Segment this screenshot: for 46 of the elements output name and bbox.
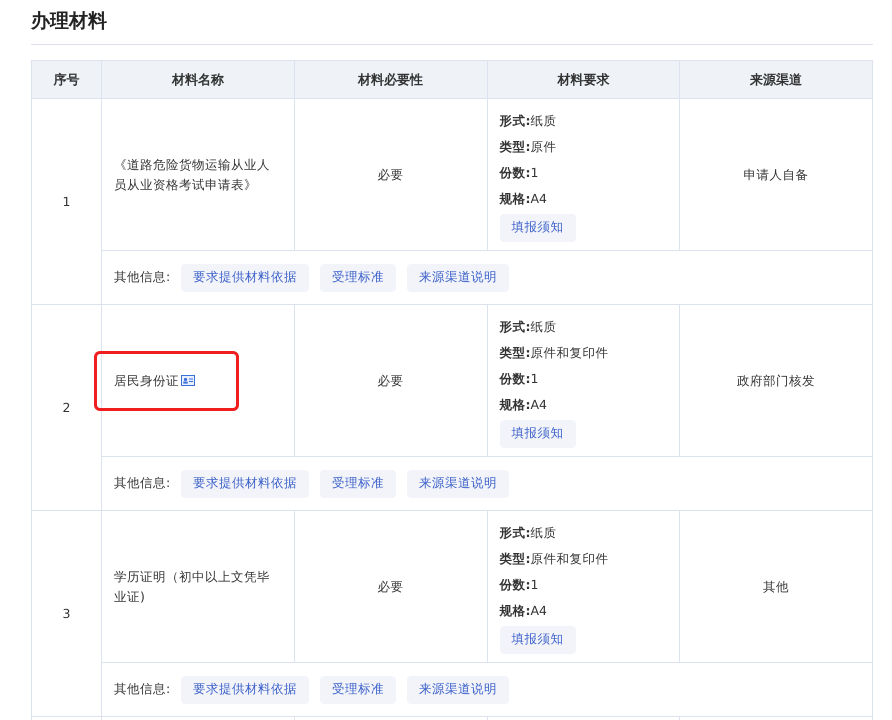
other-info-label: 其他信息: bbox=[114, 681, 170, 698]
source-text: 政府部门核发 bbox=[737, 372, 816, 388]
necessity-text: 必要 bbox=[378, 166, 404, 182]
column-header: 序号 bbox=[32, 60, 102, 98]
material-name: 《道路危险货物运输从业人员从业资格考试申请表》 bbox=[114, 156, 271, 194]
requirement-line: 规格:A4 bbox=[500, 396, 548, 414]
requirement-line: 份数:1 bbox=[500, 370, 538, 388]
info-button[interactable]: 受理标准 bbox=[320, 470, 396, 498]
column-header: 材料名称 bbox=[102, 60, 294, 98]
material-name: 学历证明（初中以上文凭毕业证) bbox=[114, 568, 271, 606]
info-button[interactable]: 要求提供材料依据 bbox=[181, 676, 310, 704]
requirement-line: 类型:原件和复印件 bbox=[500, 550, 608, 568]
info-button[interactable]: 受理标准 bbox=[320, 676, 396, 704]
notice-button[interactable]: 填报须知 bbox=[500, 420, 576, 448]
necessity-text: 必要 bbox=[378, 372, 404, 388]
requirement-line: 份数:1 bbox=[500, 576, 538, 594]
requirement-line: 类型:原件 bbox=[500, 138, 556, 156]
notice-button[interactable]: 填报须知 bbox=[500, 626, 576, 654]
info-button[interactable]: 来源渠道说明 bbox=[407, 470, 510, 498]
source-text: 其他 bbox=[763, 578, 790, 594]
necessity-text: 必要 bbox=[378, 578, 404, 594]
requirement-line: 形式:纸质 bbox=[500, 112, 556, 130]
other-info-label: 其他信息: bbox=[114, 269, 170, 286]
requirement-line: 份数:1 bbox=[500, 164, 538, 182]
other-info-label: 其他信息: bbox=[114, 475, 170, 492]
info-button[interactable]: 来源渠道说明 bbox=[407, 264, 510, 292]
notice-button[interactable]: 填报须知 bbox=[500, 214, 576, 242]
row-number: 1 bbox=[62, 194, 70, 208]
row-number: 2 bbox=[62, 400, 70, 414]
id-card-icon bbox=[181, 375, 195, 386]
row-number: 3 bbox=[62, 606, 70, 620]
info-button[interactable]: 来源渠道说明 bbox=[407, 676, 510, 704]
info-button[interactable]: 受理标准 bbox=[320, 264, 396, 292]
column-header: 材料要求 bbox=[487, 60, 680, 98]
info-button[interactable]: 要求提供材料依据 bbox=[181, 264, 310, 292]
section-title: 办理材料 bbox=[31, 8, 873, 45]
requirement-line: 规格:A4 bbox=[500, 190, 548, 208]
column-header: 材料必要性 bbox=[294, 60, 487, 98]
requirement-line: 规格:A4 bbox=[500, 602, 548, 620]
requirement-line: 形式:纸质 bbox=[500, 318, 556, 336]
info-button[interactable]: 要求提供材料依据 bbox=[181, 470, 310, 498]
column-header: 来源渠道 bbox=[680, 60, 872, 98]
requirement-line: 形式:纸质 bbox=[500, 524, 556, 542]
requirement-line: 类型:原件和复印件 bbox=[500, 344, 608, 362]
material-name: 居民身份证 bbox=[114, 372, 179, 390]
source-text: 申请人自备 bbox=[744, 166, 809, 182]
